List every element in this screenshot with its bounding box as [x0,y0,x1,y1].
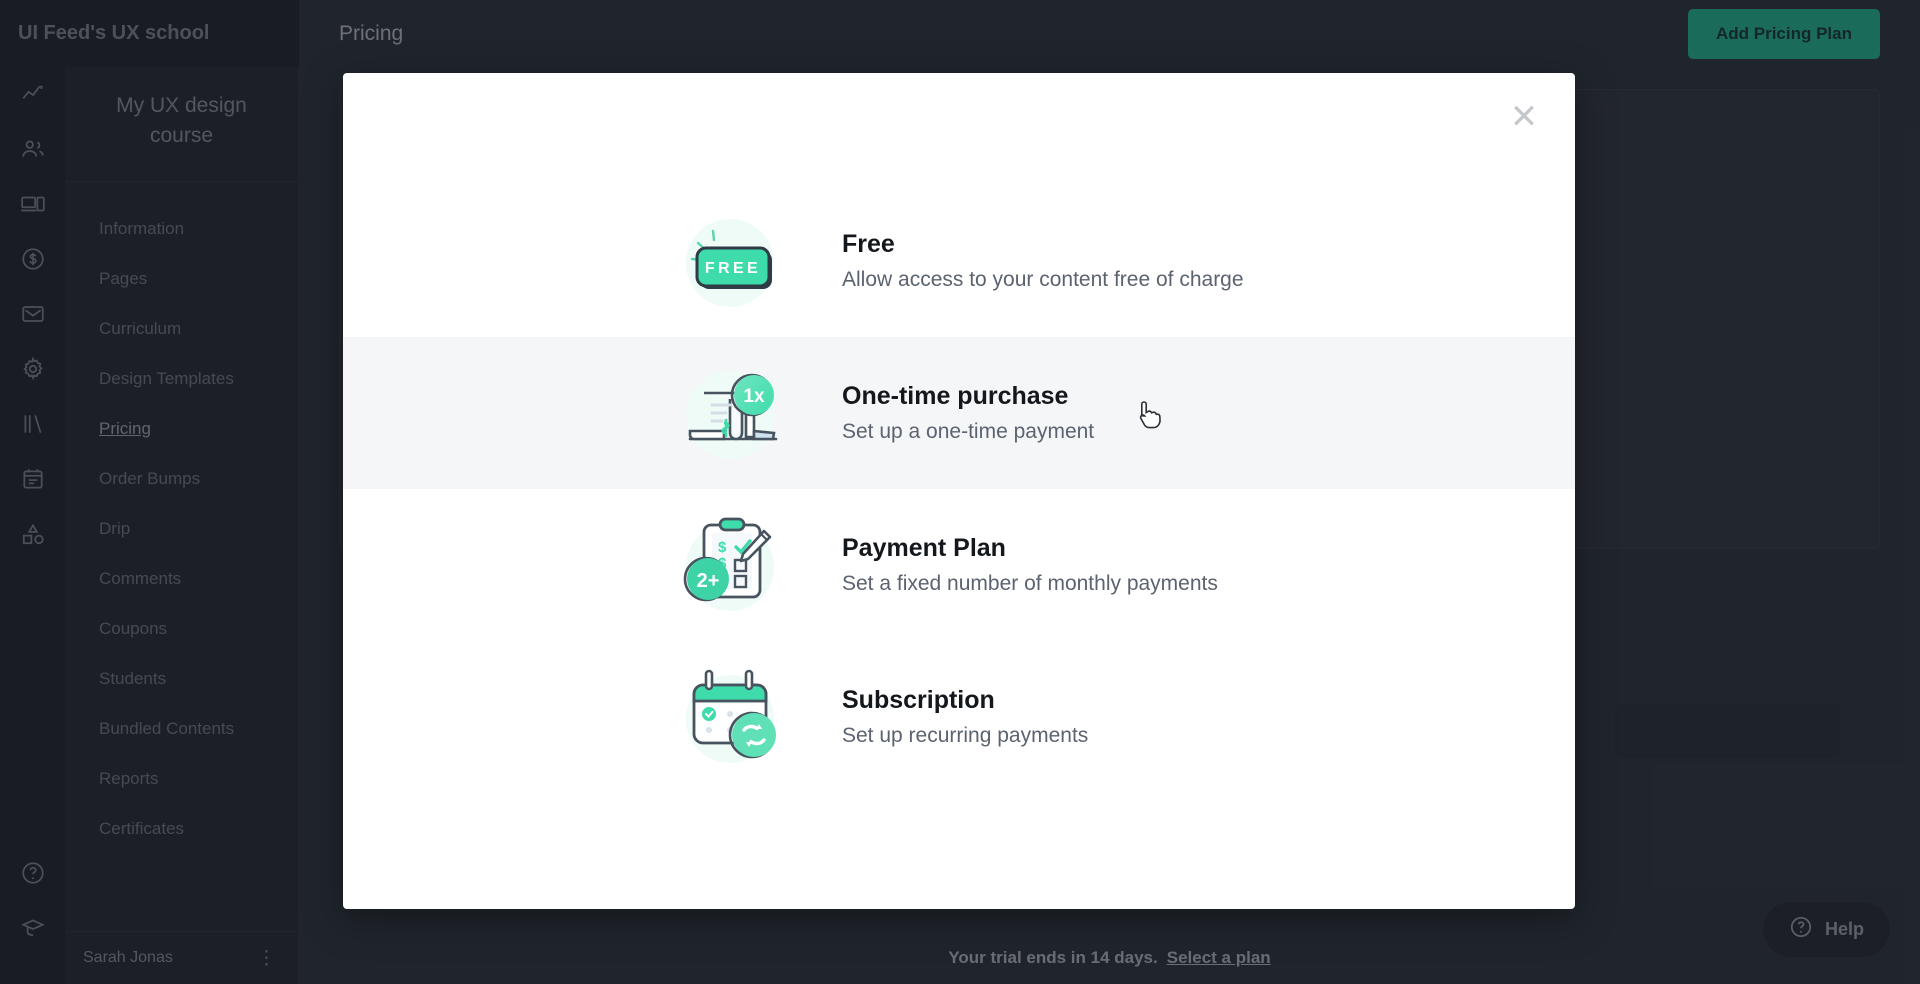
svg-text:$: $ [718,539,727,556]
pricing-option-subtitle: Set up recurring payments [842,724,1089,747]
free-badge-text: FREE [705,260,761,277]
pricing-option-text: Free Allow access to your content free o… [842,230,1244,292]
pricing-option-title: Payment Plan [842,534,1006,562]
pricing-option-one-time-purchase[interactable]: 1x One-time purchase Set up a one-time p… [343,337,1575,489]
pricing-option-subscription[interactable]: Subscription Set up recurring payments [343,641,1575,793]
mouse-cursor-pointer [1138,400,1164,430]
clipboard-installments-illustration: $$$ 2+ [668,505,796,625]
one-time-badge-text: 1x [743,386,765,407]
pricing-option-text: Subscription Set up recurring payments [842,686,1088,748]
pricing-option-subtitle: Set a fixed number of monthly payments [842,572,1218,595]
pricing-option-payment-plan[interactable]: $$$ 2+ Payment Plan Set a fixed number o… [343,489,1575,641]
pricing-option-subtitle: Set up a one-time payment [842,420,1095,443]
calendar-recurring-illustration [668,657,796,777]
pricing-option-title: Subscription [842,686,995,714]
pricing-option-text: One-time purchase Set up a one-time paym… [842,382,1161,444]
free-badge-illustration: FREE [668,201,796,321]
pricing-option-title: Free [842,230,895,258]
pricing-option-subtitle: Allow access to your content free of cha… [842,268,1244,291]
pricing-type-list: FREE Free Allow access to your content f… [343,73,1575,793]
receipt-one-time-illustration: 1x [668,353,796,473]
payment-plan-badge-text: 2+ [697,570,720,592]
pricing-option-text: Payment Plan Set a fixed number of month… [842,534,1218,596]
pricing-type-modal: ✕ FREE Free Allow access to your content… [343,73,1575,909]
pricing-option-title: One-time purchase [842,382,1069,410]
pricing-option-free[interactable]: FREE Free Allow access to your content f… [343,185,1575,337]
close-icon[interactable]: ✕ [1502,95,1546,139]
